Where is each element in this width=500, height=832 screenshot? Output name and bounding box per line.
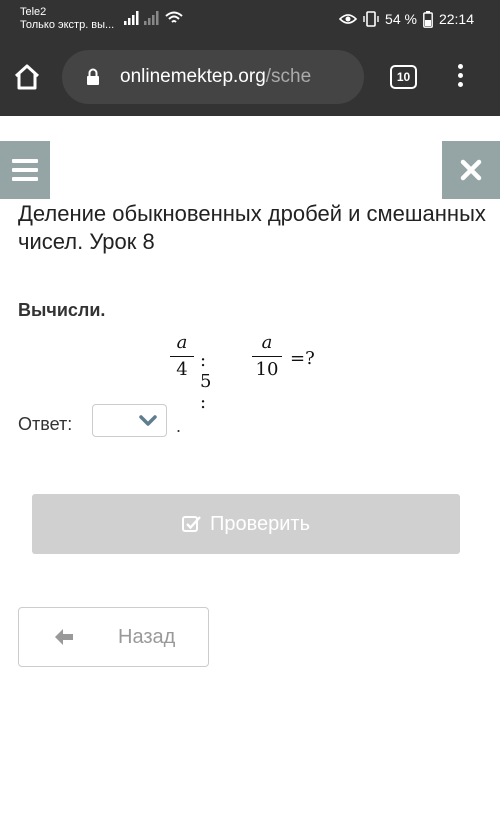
- fraction-1-numerator: a: [176, 332, 188, 353]
- menu-toggle-button[interactable]: [0, 141, 50, 199]
- url-text: onlinemektep.org/sche: [120, 66, 311, 88]
- browser-menu-button[interactable]: [454, 64, 466, 92]
- carrier-name: Tele2: [20, 6, 47, 18]
- arrow-left-icon: [55, 629, 73, 645]
- fraction-2-denominator: 10: [255, 359, 279, 381]
- lock-icon: [87, 68, 99, 85]
- battery-icon: [423, 10, 433, 28]
- eye-icon: [339, 14, 358, 24]
- signal-icon-sim2: [144, 11, 159, 25]
- division-operators: : 5 :: [200, 350, 212, 413]
- home-icon: [14, 64, 40, 90]
- back-button[interactable]: Назад: [18, 607, 209, 667]
- home-button[interactable]: [10, 58, 44, 96]
- answer-select[interactable]: [92, 404, 167, 437]
- clock: 22:14: [438, 11, 474, 27]
- fraction-2-numerator: a: [261, 332, 273, 353]
- close-button[interactable]: [442, 141, 500, 199]
- url-path: /sche: [265, 66, 312, 87]
- tab-switcher-button[interactable]: 10: [390, 65, 417, 89]
- answer-period: .: [176, 416, 182, 436]
- address-bar[interactable]: onlinemektep.org/sche: [62, 50, 364, 104]
- wifi-icon: [165, 11, 183, 23]
- fraction-1-denominator: 4: [176, 359, 188, 381]
- signal-icon: [124, 11, 139, 25]
- equals-question: =?: [290, 348, 315, 369]
- check-button[interactable]: Проверить: [32, 494, 460, 554]
- checkbox-check-icon: [181, 516, 201, 532]
- battery-level: 54 %: [385, 11, 417, 27]
- carrier-info: Tele2 Только экстр. вы...: [20, 6, 114, 32]
- lesson-title: Деление обыкновенных дробей и смешанных …: [18, 201, 486, 254]
- back-button-label: Назад: [118, 626, 176, 648]
- carrier-mode: Только экстр. вы...: [20, 19, 115, 31]
- browser-toolbar: onlinemektep.org/sche 10: [0, 42, 500, 116]
- chevron-down-icon: [139, 415, 157, 426]
- answer-label: Ответ:: [18, 414, 73, 434]
- url-host: onlinemektep.org: [120, 66, 266, 87]
- task-instruction: Вычисли.: [18, 300, 106, 320]
- check-button-label: Проверить: [209, 512, 311, 535]
- fraction-1: a 4: [170, 333, 194, 380]
- status-bar: Tele2 Только экстр. вы... 54 % 22:14: [0, 0, 500, 42]
- fraction-2: a 10: [252, 333, 282, 380]
- close-icon: [460, 159, 482, 181]
- vibrate-icon: [363, 11, 379, 27]
- status-right: 54 % 22:14: [339, 10, 474, 28]
